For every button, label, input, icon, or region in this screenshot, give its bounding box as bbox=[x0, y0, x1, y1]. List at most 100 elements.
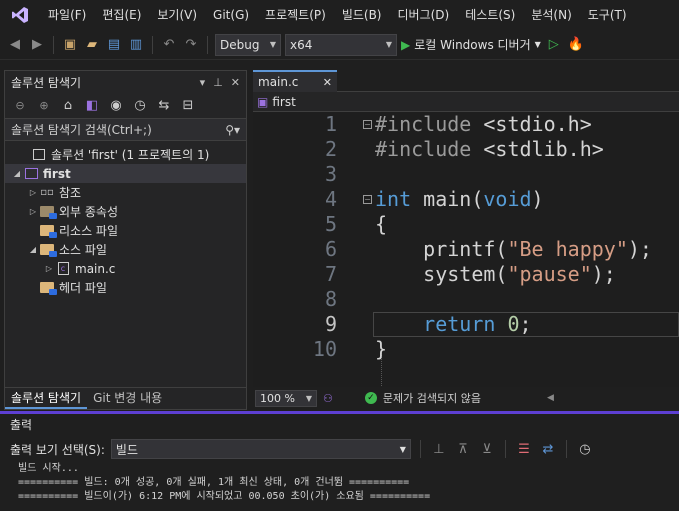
zoom-value: 100 % bbox=[260, 391, 295, 405]
project-scope: first bbox=[272, 94, 296, 109]
expand-caret-icon[interactable]: ▷ bbox=[27, 207, 39, 216]
forward-icon[interactable]: ▶ bbox=[28, 36, 46, 54]
search-icon: ⚲▾ bbox=[225, 122, 240, 137]
solution-icon bbox=[31, 148, 47, 162]
tree-item[interactable]: ◢ first bbox=[5, 164, 246, 183]
clock-icon[interactable]: ◷ bbox=[576, 440, 594, 458]
start-without-debugging-icon[interactable]: ▷ bbox=[545, 36, 563, 54]
tab-git-changes[interactable]: Git 변경 내용 bbox=[87, 387, 168, 409]
search-placeholder: 솔루션 탐색기 검색(Ctrl+;) bbox=[11, 123, 152, 137]
menu-item[interactable]: 보기(V) bbox=[149, 0, 205, 30]
menu-item[interactable]: Git(G) bbox=[205, 0, 257, 30]
code-line[interactable]: 6 printf("Be happy"); bbox=[253, 237, 679, 262]
line-number: 6 bbox=[324, 237, 337, 261]
editor-navigation-bar[interactable]: ▣ first bbox=[253, 92, 679, 112]
project-icon: ▣ bbox=[257, 94, 269, 109]
solution-explorer-search[interactable]: 솔루션 탐색기 검색(Ctrl+;) ⚲▾ bbox=[5, 119, 246, 141]
undo-icon[interactable]: ↶ bbox=[160, 36, 178, 54]
code-line[interactable]: 9 return 0; bbox=[253, 312, 679, 337]
close-icon[interactable]: ✕ bbox=[323, 76, 332, 89]
tree-item[interactable]: ◢ 소스 파일 bbox=[5, 240, 246, 259]
collapse-icon[interactable]: − bbox=[363, 195, 372, 204]
tree-item[interactable]: ▷ c main.c bbox=[5, 259, 246, 278]
expand-caret-icon[interactable]: ▷ bbox=[27, 188, 39, 197]
open-folder-icon[interactable]: ▰ bbox=[83, 36, 101, 54]
chevron-down-icon: ▼ bbox=[399, 444, 406, 454]
forward-icon[interactable]: ⊕ bbox=[35, 97, 53, 115]
problems-status[interactable]: 문제가 검색되지 않음 bbox=[383, 390, 481, 406]
history-icon[interactable]: ◷ bbox=[131, 97, 149, 115]
expand-caret-icon[interactable]: ◢ bbox=[27, 245, 39, 254]
find-message-icon[interactable]: ⊥ bbox=[430, 440, 448, 458]
platform-dropdown[interactable]: x64 ▼ bbox=[285, 33, 397, 56]
code-line[interactable]: 4 − int main(void) bbox=[253, 187, 679, 212]
collapse-all-icon[interactable]: ⊟ bbox=[179, 97, 197, 115]
configuration-value: Debug bbox=[220, 37, 260, 52]
collapse-icon[interactable]: − bbox=[363, 120, 372, 129]
tree-item[interactable]: ▷ 외부 종속성 bbox=[5, 202, 246, 221]
scroll-left-icon[interactable]: ◀ bbox=[547, 393, 554, 403]
menu-item[interactable]: 도구(T) bbox=[580, 0, 635, 30]
tree-item[interactable]: 헤더 파일 bbox=[5, 278, 246, 297]
code-line[interactable]: 5{ bbox=[253, 212, 679, 237]
switch-views-icon[interactable]: ◧ bbox=[83, 97, 101, 115]
tab-main-c[interactable]: main.c ✕ bbox=[253, 70, 337, 92]
code-line[interactable]: 8 bbox=[253, 287, 679, 312]
redo-icon[interactable]: ↷ bbox=[182, 36, 200, 54]
menu-item[interactable]: 편집(E) bbox=[94, 0, 149, 30]
tree-item-label: first bbox=[43, 166, 71, 181]
dropdown-icon[interactable]: ▾ bbox=[200, 76, 206, 89]
word-wrap-icon[interactable]: ⇄ bbox=[539, 440, 557, 458]
zoom-dropdown[interactable]: 100 % ▼ bbox=[255, 389, 317, 407]
panel-title: 솔루션 탐색기 bbox=[11, 75, 82, 90]
save-all-icon[interactable]: ▥ bbox=[127, 36, 145, 54]
tree-item[interactable]: 솔루션 'first' (1 프로젝트의 1) bbox=[5, 145, 246, 164]
line-number: 8 bbox=[324, 287, 337, 311]
tab-solution-explorer[interactable]: 솔루션 탐색기 bbox=[5, 387, 88, 409]
output-text[interactable]: 빌드 시작... ========== 빌드: 0개 성공, 0개 실패, 1개 … bbox=[4, 462, 679, 504]
tree-item[interactable]: ▷ ▫▫ 참조 bbox=[5, 183, 246, 202]
expand-caret-icon[interactable]: ◢ bbox=[11, 169, 23, 178]
code-line[interactable]: 7 system("pause"); bbox=[253, 262, 679, 287]
expand-caret-icon[interactable]: ▷ bbox=[43, 264, 55, 273]
code-line[interactable]: 10} bbox=[253, 337, 679, 362]
configuration-dropdown[interactable]: Debug ▼ bbox=[215, 33, 281, 56]
output-title: 출력 bbox=[10, 418, 33, 432]
menu-item[interactable]: 테스트(S) bbox=[457, 0, 523, 30]
save-icon[interactable]: ▤ bbox=[105, 36, 123, 54]
code-line[interactable]: 1 − #include <stdio.h> bbox=[253, 112, 679, 137]
menu-item[interactable]: 빌드(B) bbox=[334, 0, 390, 30]
solution-explorer-header: 솔루션 탐색기 ▾ ⊥ ✕ bbox=[5, 71, 246, 93]
output-source-dropdown[interactable]: 빌드 ▼ bbox=[110, 439, 411, 459]
globe-icon[interactable]: ◉ bbox=[107, 97, 125, 115]
go-to-previous-icon[interactable]: ⊻ bbox=[478, 440, 496, 458]
home-icon[interactable]: ⌂ bbox=[59, 97, 77, 115]
code-editor[interactable]: 1− #include <stdio.h> 2 #include <stdlib.h>… bbox=[253, 112, 679, 387]
new-project-icon[interactable]: ▣ bbox=[61, 36, 79, 54]
intellicode-icon[interactable]: ⚇ bbox=[323, 392, 333, 405]
menu-item[interactable]: 분석(N) bbox=[523, 0, 579, 30]
folder-icon bbox=[39, 224, 57, 238]
references-icon: ▫▫ bbox=[40, 187, 54, 198]
menu-item[interactable]: 프로젝트(P) bbox=[257, 0, 334, 30]
folder-icon bbox=[39, 281, 57, 295]
back-icon[interactable]: ⊖ bbox=[11, 97, 29, 115]
sync-icon[interactable]: ⇆ bbox=[155, 97, 173, 115]
back-icon[interactable]: ◀ bbox=[6, 36, 24, 54]
hot-reload-icon[interactable]: 🔥 bbox=[567, 36, 585, 54]
code-line[interactable]: 3 bbox=[253, 162, 679, 187]
code-line[interactable]: 2 #include <stdlib.h> bbox=[253, 137, 679, 162]
visual-studio-logo-icon[interactable] bbox=[0, 0, 40, 30]
go-to-next-icon[interactable]: ⊼ bbox=[454, 440, 472, 458]
line-number: 10 bbox=[312, 337, 337, 361]
tree-item[interactable]: 리소스 파일 bbox=[5, 221, 246, 240]
pin-icon[interactable]: ⊥ bbox=[213, 76, 223, 89]
code-text: { bbox=[375, 212, 388, 236]
menu-item[interactable]: 디버그(D) bbox=[390, 0, 458, 30]
start-debugging-button[interactable]: ▶ 로컬 Windows 디버거 ▼ bbox=[401, 36, 541, 53]
clear-all-icon[interactable]: ☰ bbox=[515, 440, 533, 458]
close-icon[interactable]: ✕ bbox=[231, 76, 240, 89]
code-text: system("pause"); bbox=[375, 262, 616, 286]
menu-item[interactable]: 파일(F) bbox=[40, 0, 94, 30]
output-line: 빌드 시작... bbox=[18, 463, 79, 474]
